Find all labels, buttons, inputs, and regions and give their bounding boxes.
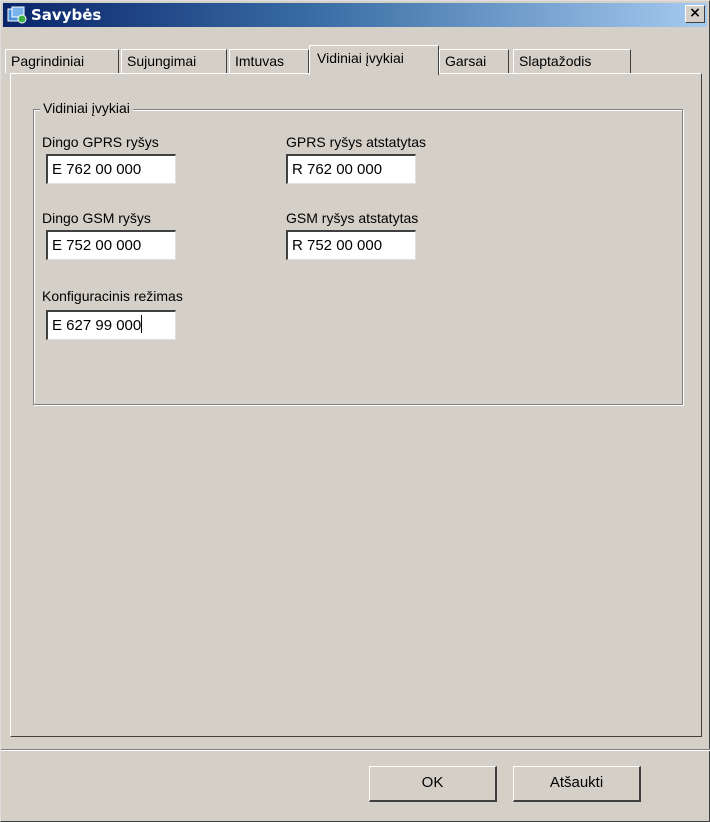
gprs-lost-label: Dingo GPRS ryšys — [42, 134, 159, 150]
tab-label: Slaptažodis — [519, 53, 592, 69]
gprs-lost-field[interactable]: E 762 00 000 — [46, 154, 176, 184]
gsm-lost-value: E 752 00 000 — [52, 237, 142, 254]
tab-label: Pagrindiniai — [11, 53, 85, 69]
config-mode-field[interactable]: E 627 99 000 — [46, 310, 176, 340]
gprs-restored-value: R 762 00 000 — [292, 161, 383, 178]
tab-label: Imtuvas — [235, 53, 285, 69]
gsm-lost-field[interactable]: E 752 00 000 — [46, 230, 176, 260]
ok-button-label: OK — [421, 774, 444, 791]
gsm-restored-value: R 752 00 000 — [292, 237, 383, 254]
tab-pagrindiniai[interactable]: Pagrindiniai — [5, 49, 119, 73]
cancel-button[interactable]: Atšaukti — [513, 766, 641, 802]
text-caret — [141, 315, 143, 333]
gsm-restored-label: GSM ryšys atstatytas — [286, 210, 419, 226]
group-title: Vidiniai įvykiai — [40, 100, 133, 116]
tab-label: Garsai — [445, 53, 487, 69]
footer-separator-highlight — [1, 750, 710, 751]
tab-imtuvas[interactable]: Imtuvas — [229, 49, 309, 73]
gprs-lost-value: E 762 00 000 — [52, 161, 142, 178]
gsm-lost-label: Dingo GSM ryšys — [42, 210, 151, 226]
tab-garsai[interactable]: Garsai — [439, 49, 509, 73]
tab-sujungimai[interactable]: Sujungimai — [121, 49, 227, 73]
config-mode-label: Konfiguracinis režimas — [42, 288, 183, 304]
tab-vidiniai-ivykiai[interactable]: Vidiniai įvykiai — [309, 45, 439, 75]
ok-button[interactable]: OK — [369, 766, 497, 802]
gsm-restored-field[interactable]: R 752 00 000 — [286, 230, 416, 260]
tab-panel: Vidiniai įvykiai Dingo GPRS ryšys E 762 … — [10, 73, 702, 737]
gprs-restored-label: GPRS ryšys atstatytas — [286, 134, 427, 150]
tab-strip: Pagrindiniai Sujungimai Imtuvas Vidiniai… — [1, 1, 710, 81]
internal-events-group: Vidiniai įvykiai Dingo GPRS ryšys E 762 … — [33, 100, 683, 405]
tab-slaptazodis[interactable]: Slaptažodis — [513, 49, 631, 73]
gprs-restored-field[interactable]: R 762 00 000 — [286, 154, 416, 184]
config-mode-value: E 627 99 000 — [52, 317, 142, 334]
tab-label: Sujungimai — [127, 53, 197, 69]
tab-label: Vidiniai įvykiai — [317, 50, 404, 66]
properties-dialog: Savybės × Pagrindiniai Sujungimai Imtuva… — [0, 0, 710, 822]
cancel-button-label: Atšaukti — [549, 774, 604, 791]
